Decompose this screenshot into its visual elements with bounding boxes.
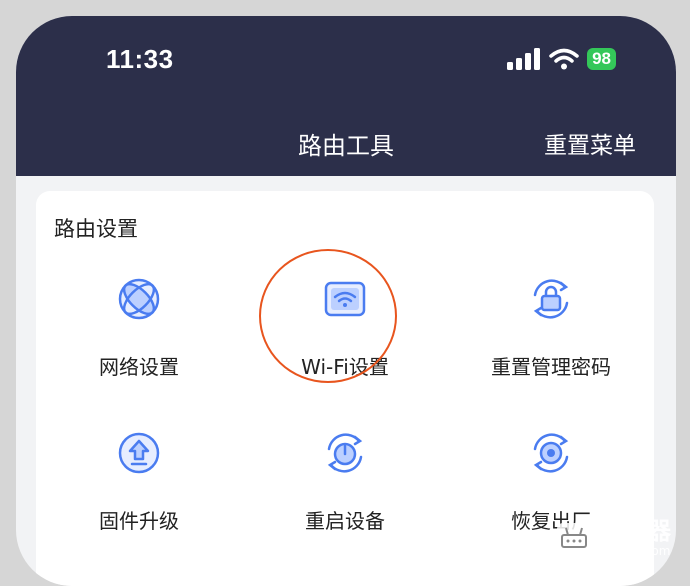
firmware-upgrade-item[interactable]: 固件升级 (36, 429, 242, 569)
watermark-title: 路由器 (597, 517, 672, 545)
app-header: 11:33 98 路由工具 重置菜单 (16, 16, 676, 176)
cellular-signal-icon (507, 48, 541, 70)
firmware-upgrade-icon (118, 432, 160, 474)
item-label: 网络设置 (99, 355, 179, 379)
restart-device-item[interactable]: 重启设备 (242, 429, 448, 569)
item-label: 固件升级 (99, 509, 179, 533)
status-time: 11:33 (106, 44, 174, 74)
watermark-url: luyouqi.com (597, 544, 671, 558)
router-logo-icon (557, 523, 591, 553)
item-label: 重置管理密码 (491, 355, 611, 379)
wifi-settings-highlight-ring (259, 249, 397, 383)
battery-indicator: 98 (587, 48, 616, 70)
reset-menu-button[interactable]: 重置菜单 (544, 126, 636, 160)
section-title: 路由设置 (54, 217, 138, 241)
network-settings-item[interactable]: 网络设置 (36, 275, 242, 415)
watermark: 路由器 luyouqi.com (557, 519, 672, 557)
status-icons: 98 (507, 48, 616, 70)
reset-admin-password-item[interactable]: 重置管理密码 (448, 275, 654, 415)
wifi-signal-icon (549, 48, 579, 70)
item-label: 重启设备 (305, 509, 385, 533)
factory-reset-icon (533, 433, 569, 473)
lock-reset-icon (533, 279, 569, 319)
power-restart-icon (327, 433, 363, 473)
network-globe-icon (118, 278, 160, 320)
